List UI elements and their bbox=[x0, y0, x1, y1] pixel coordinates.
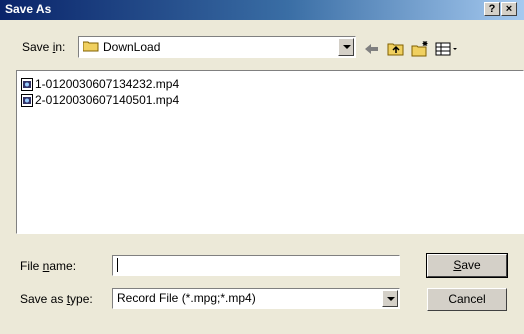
save-in-combo[interactable]: DownLoad bbox=[78, 36, 356, 58]
save-as-type-dropdown-arrow[interactable] bbox=[382, 290, 398, 307]
title-bar[interactable]: Save As ? × bbox=[0, 0, 524, 20]
text-cursor bbox=[117, 258, 118, 272]
save-as-type-label: Save as type: bbox=[20, 292, 93, 306]
save-in-label: Save in: bbox=[22, 40, 66, 54]
save-in-dropdown-arrow[interactable] bbox=[338, 38, 354, 56]
save-as-dialog: Save As ? × Save in: DownLoad 1-01200306… bbox=[0, 0, 524, 334]
back-arrow-icon[interactable] bbox=[362, 40, 382, 58]
media-file-icon bbox=[21, 78, 33, 91]
cancel-button[interactable]: Cancel bbox=[427, 288, 507, 311]
up-folder-icon[interactable] bbox=[386, 40, 406, 58]
file-name-label: File name: bbox=[20, 259, 77, 273]
save-as-type-combo[interactable]: Record File (*.mpg;*.mp4) bbox=[112, 288, 400, 309]
save-as-type-value: Record File (*.mpg;*.mp4) bbox=[117, 291, 256, 305]
save-button[interactable]: Save bbox=[426, 253, 508, 278]
window-title: Save As bbox=[5, 2, 52, 16]
file-list[interactable]: 1-0120030607134232.mp4 2-012003060714050… bbox=[16, 70, 524, 234]
close-button[interactable]: × bbox=[501, 2, 517, 16]
folder-icon bbox=[83, 41, 99, 52]
new-folder-icon[interactable] bbox=[410, 40, 430, 58]
view-menu-icon[interactable] bbox=[434, 40, 460, 58]
help-button[interactable]: ? bbox=[484, 2, 500, 16]
save-in-value: DownLoad bbox=[103, 40, 161, 54]
media-file-icon bbox=[21, 94, 33, 107]
file-name-input[interactable] bbox=[112, 255, 400, 276]
